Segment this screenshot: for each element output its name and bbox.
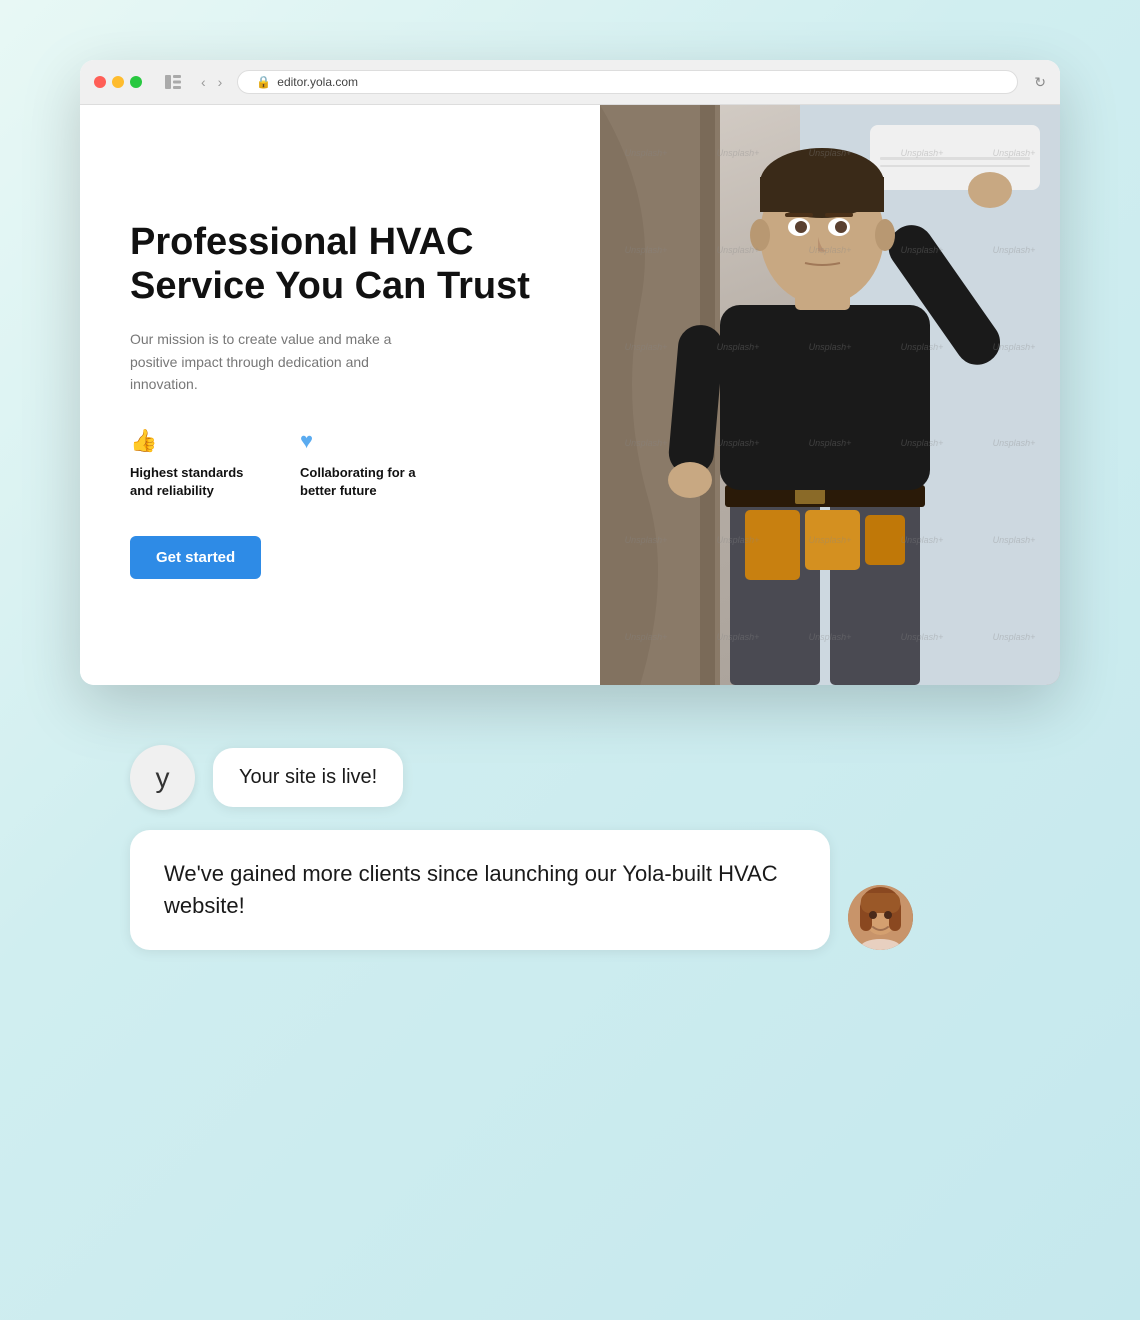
user-avatar: [848, 885, 913, 950]
hero-image: Unsplash+ Unsplash+ Unsplash+ Unsplash+ …: [600, 105, 1060, 685]
lock-icon: 🔒: [256, 75, 271, 89]
feature-collaboration: ♥ Collaborating for a better future: [300, 428, 430, 500]
get-started-button[interactable]: Get started: [130, 536, 261, 579]
user-message-text: We've gained more clients since launchin…: [164, 861, 778, 918]
user-message-row: We've gained more clients since launchin…: [130, 830, 1010, 950]
system-message-text: Your site is live!: [239, 766, 377, 788]
maximize-button[interactable]: [130, 76, 142, 88]
traffic-lights: [94, 76, 142, 88]
features-row: 👍 Highest standards and reliability ♥ Co…: [130, 428, 550, 500]
website-content: Professional HVAC Service You Can Trust …: [80, 105, 1060, 685]
hero-title: Professional HVAC Service You Can Trust: [130, 221, 550, 308]
hero-left-panel: Professional HVAC Service You Can Trust …: [80, 105, 600, 685]
back-button[interactable]: ‹: [196, 72, 211, 92]
heart-icon: ♥: [300, 428, 430, 454]
close-button[interactable]: [94, 76, 106, 88]
browser-chrome: ‹ › 🔒 editor.yola.com ↻: [80, 60, 1060, 105]
user-avatar-image: [848, 885, 913, 950]
thumbs-up-icon: 👍: [130, 428, 260, 454]
technician-illustration: [600, 105, 1060, 685]
forward-button[interactable]: ›: [213, 72, 228, 92]
system-notification-bubble: Your site is live!: [213, 748, 403, 807]
address-bar[interactable]: 🔒 editor.yola.com: [237, 70, 1018, 94]
url-text: editor.yola.com: [277, 75, 358, 89]
sidebar-icon[interactable]: [160, 72, 186, 92]
feature-standards-text: Highest standards and reliability: [130, 464, 260, 500]
feature-standards: 👍 Highest standards and reliability: [130, 428, 260, 500]
hero-subtitle: Our mission is to create value and make …: [130, 328, 400, 395]
browser-window: ‹ › 🔒 editor.yola.com ↻ Professional HVA…: [80, 60, 1060, 685]
refresh-button[interactable]: ↻: [1034, 74, 1046, 91]
yola-avatar: y: [130, 745, 195, 810]
nav-buttons: ‹ ›: [196, 72, 227, 92]
minimize-button[interactable]: [112, 76, 124, 88]
system-notification-row: y Your site is live!: [130, 745, 1010, 810]
yola-avatar-letter: y: [156, 762, 170, 794]
user-message-bubble: We've gained more clients since launchin…: [130, 830, 830, 950]
hero-image-panel: Unsplash+ Unsplash+ Unsplash+ Unsplash+ …: [600, 105, 1060, 685]
feature-collaboration-text: Collaborating for a better future: [300, 464, 430, 500]
chat-section: y Your site is live! We've gained more c…: [50, 705, 1090, 980]
